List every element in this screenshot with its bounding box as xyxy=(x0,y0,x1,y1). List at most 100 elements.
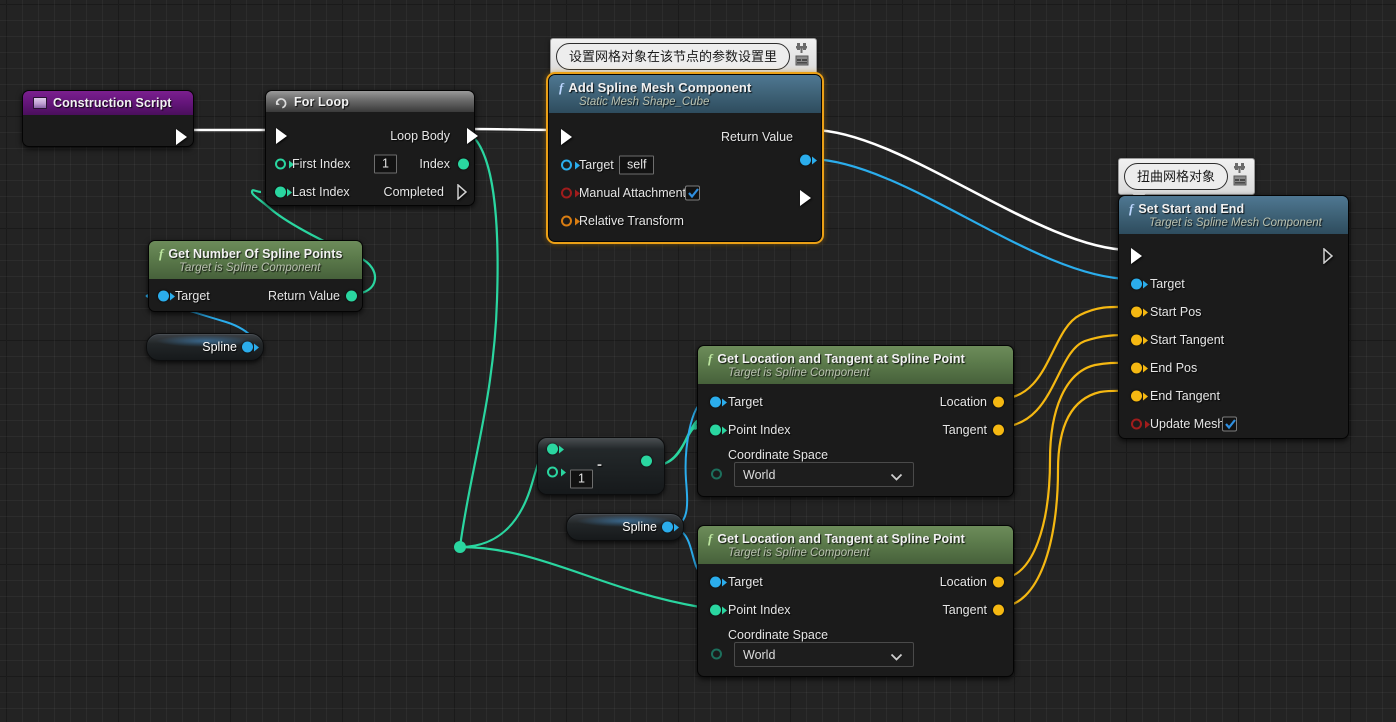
pin-location-glt2[interactable] xyxy=(993,576,1004,588)
node-header-get-num-spline-points: f Get Number Of Spline Points Target is S… xyxy=(149,241,362,279)
node-body-for-loop: Loop Body First Index 1 Index Last Index… xyxy=(266,112,478,216)
node-header-get-loc-tangent-2: f Get Location and Tangent at Spline Poin… xyxy=(698,526,1013,564)
pin-label-point-index-glt1: Point Index xyxy=(728,423,791,437)
exec-out-pin-add-spline-mesh[interactable] xyxy=(800,190,811,206)
comment-bubble-mesh-settings[interactable]: 设置网格对象在该节点的参数设置里 xyxy=(550,38,818,82)
pin-update-mesh[interactable] xyxy=(1131,418,1142,430)
pin-point-index-glt1[interactable] xyxy=(710,424,721,436)
node-subtitle-add-spline-mesh: Static Mesh Shape_Cube xyxy=(579,96,710,108)
pin-tangent-glt1[interactable] xyxy=(993,424,1004,436)
input-subtract-value[interactable]: 1 xyxy=(570,469,593,489)
pin-location-glt1[interactable] xyxy=(993,396,1004,408)
row-exec: Loop Body xyxy=(266,122,478,150)
row-target-gnsp: Target Return Value xyxy=(149,283,362,309)
pin-label-target-glt1: Target xyxy=(728,395,763,409)
pin-label-update-mesh: Update Mesh xyxy=(1150,417,1225,431)
node-body-add-spline-mesh: Return Value Target self Manual Attachme… xyxy=(549,113,821,245)
select-coordinate-space-glt2[interactable]: World xyxy=(734,642,914,667)
pin-index-out[interactable] xyxy=(458,158,469,170)
pin-label-target-gnsp: Target xyxy=(175,289,210,303)
pin-label-return-value-asmc: Return Value xyxy=(720,130,793,144)
node-subtract[interactable]: 1 - xyxy=(537,437,665,495)
node-header-add-spline-mesh: f Add Spline Mesh Component Static Mesh S… xyxy=(549,75,821,113)
comment-bubble-twist-mesh[interactable]: 扭曲网格对象 xyxy=(1118,158,1256,202)
pin-label-coordinate-space-glt2: Coordinate Space xyxy=(728,628,829,642)
node-get-number-of-spline-points[interactable]: f Get Number Of Spline Points Target is S… xyxy=(148,240,363,312)
function-icon: f xyxy=(559,80,564,95)
pin-label-tangent-glt1: Tangent xyxy=(942,423,987,437)
comment-bubble-inner: 设置网格对象在该节点的参数设置里 xyxy=(556,43,791,70)
pin-start-pos[interactable] xyxy=(1131,306,1142,318)
node-add-spline-mesh-component[interactable]: f Add Spline Mesh Component Static Mesh S… xyxy=(548,74,822,242)
pin-label-coordinate-space-glt1: Coordinate Space xyxy=(728,448,829,462)
pin-end-tangent[interactable] xyxy=(1131,390,1142,402)
pin-target-sse[interactable] xyxy=(1131,278,1142,290)
exec-in-pin-add-spline-mesh[interactable] xyxy=(561,129,572,145)
variable-label-spline-2: Spline xyxy=(622,520,657,534)
pin-subtract-input-b[interactable] xyxy=(547,466,558,478)
pin-first-index[interactable] xyxy=(275,158,286,170)
pin-target-gnsp[interactable] xyxy=(158,290,169,302)
node-body-get-loc-tangent-2: Target Location Point Index Tangent Coor… xyxy=(698,564,1013,682)
function-icon-green: f xyxy=(159,246,164,261)
pin-coordinate-space-glt1[interactable] xyxy=(711,468,722,480)
node-set-start-and-end[interactable]: f Set Start and End Target is Spline Mesh… xyxy=(1118,195,1349,439)
chevron-down-icon-2 xyxy=(890,651,903,665)
node-title-get-loc-tangent-2: Get Location and Tangent at Spline Point xyxy=(717,532,965,546)
comment-bubble-icons[interactable] xyxy=(795,42,813,68)
pin-relative-transform[interactable] xyxy=(561,215,572,227)
pin-label-start-pos: Start Pos xyxy=(1150,305,1202,319)
exec-in-pin-set-start-and-end[interactable] xyxy=(1131,248,1142,264)
function-icon-green-2: f xyxy=(708,531,713,546)
node-get-location-tangent-2[interactable]: f Get Location and Tangent at Spline Poin… xyxy=(697,525,1014,677)
event-icon xyxy=(33,97,47,109)
checkbox-manual-attachment[interactable] xyxy=(685,185,700,201)
pin-end-pos[interactable] xyxy=(1131,362,1142,374)
node-construction-script[interactable]: Construction Script xyxy=(22,90,194,147)
pin-label-manual-attachment: Manual Attachment xyxy=(579,186,687,200)
pin-subtract-input-a[interactable] xyxy=(547,443,558,455)
pin-target-glt2[interactable] xyxy=(710,576,721,588)
exec-out-pin-set-start-and-end[interactable] xyxy=(1323,248,1334,264)
checkbox-update-mesh[interactable] xyxy=(1222,416,1237,432)
comment-bubble-icons-2[interactable] xyxy=(1233,162,1251,188)
blueprint-graph-canvas[interactable]: 设置网格对象在该节点的参数设置里 扭曲网格对象 Construction Scr… xyxy=(0,0,1396,722)
node-variable-spline-2[interactable]: Spline xyxy=(566,513,684,541)
node-get-location-tangent-1[interactable]: f Get Location and Tangent at Spline Poin… xyxy=(697,345,1014,497)
pin-start-tangent[interactable] xyxy=(1131,334,1142,346)
exec-out-pin-construction-script[interactable] xyxy=(176,129,187,145)
node-header-get-loc-tangent-1: f Get Location and Tangent at Spline Poin… xyxy=(698,346,1013,384)
input-first-index-value[interactable]: 1 xyxy=(374,154,397,174)
pin-tangent-glt2[interactable] xyxy=(993,604,1004,616)
node-for-loop[interactable]: For Loop Loop Body First Index 1 Index L… xyxy=(265,90,478,206)
node-header-for-loop: For Loop xyxy=(266,91,474,112)
node-title-construction-script: Construction Script xyxy=(53,96,172,110)
pin-label-relative-transform: Relative Transform xyxy=(579,214,684,228)
node-variable-spline-1[interactable]: Spline xyxy=(146,333,264,361)
row-start-pos: Start Pos xyxy=(1119,298,1348,326)
pin-coordinate-space-glt2[interactable] xyxy=(711,648,722,660)
pin-target-asmc[interactable] xyxy=(561,159,572,171)
input-target-self[interactable]: self xyxy=(619,155,655,175)
pin-spline-out-2[interactable] xyxy=(662,521,673,533)
node-subtitle-get-loc-tangent-2: Target is Spline Component xyxy=(728,547,870,559)
pin-manual-attachment[interactable] xyxy=(561,187,572,199)
pin-point-index-glt2[interactable] xyxy=(710,604,721,616)
exec-out-pin-loop-body[interactable] xyxy=(467,128,478,144)
pin-return-value-gnsp[interactable] xyxy=(346,290,357,302)
chevron-down-icon-1 xyxy=(890,471,903,485)
pin-return-value-asmc[interactable] xyxy=(800,154,811,166)
node-title-get-num-spline-points: Get Number Of Spline Points xyxy=(168,247,343,261)
function-icon-green-1: f xyxy=(708,351,713,366)
function-icon-blue-2: f xyxy=(1129,201,1134,216)
pin-spline-out-1[interactable] xyxy=(242,341,253,353)
row-exec-sse xyxy=(1119,242,1348,270)
pin-last-index[interactable] xyxy=(275,186,286,198)
select-coordinate-space-glt1[interactable]: World xyxy=(734,462,914,487)
row-coordinate-space-glt1: Coordinate Space World xyxy=(698,444,1013,492)
exec-out-pin-completed[interactable] xyxy=(457,184,468,200)
pin-target-glt1[interactable] xyxy=(710,396,721,408)
exec-in-pin-for-loop[interactable] xyxy=(276,128,287,144)
pin-subtract-output[interactable] xyxy=(641,455,652,467)
row-end-tangent: End Tangent xyxy=(1119,382,1348,410)
